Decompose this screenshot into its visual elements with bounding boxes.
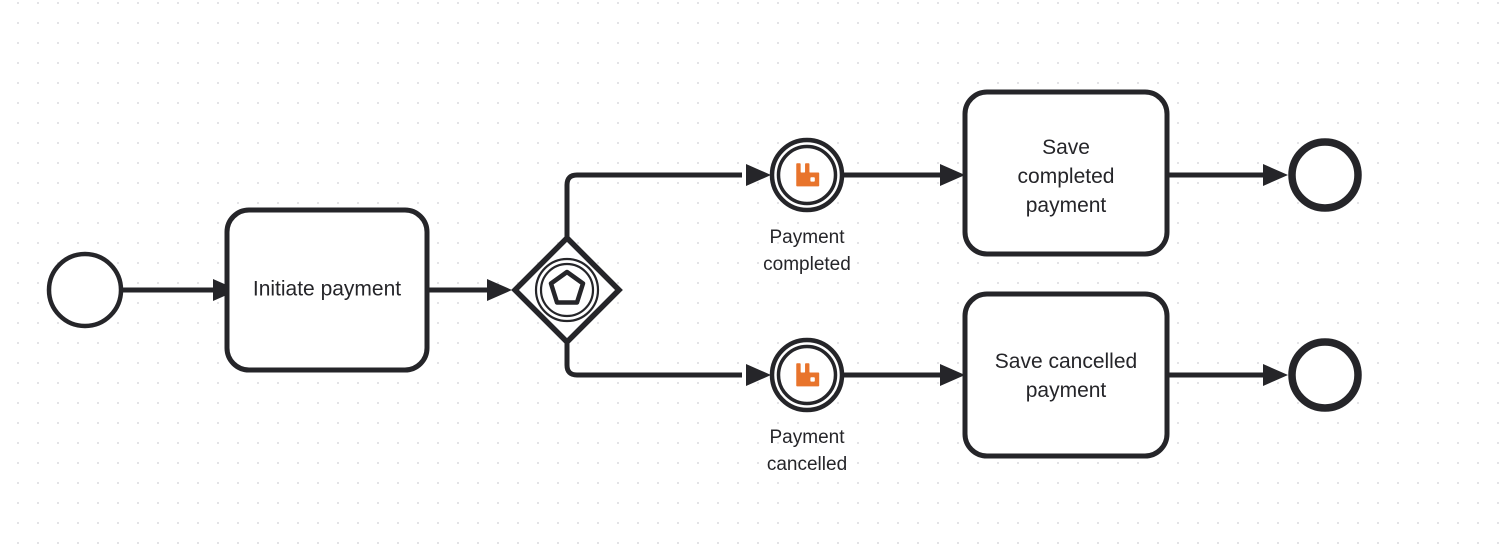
intermediate-event-payment-completed-label-line1: Payment bbox=[770, 227, 846, 248]
start-event[interactable] bbox=[46, 251, 124, 329]
intermediate-event-payment-cancelled-label-line1: Payment bbox=[770, 427, 846, 448]
task-initiate-payment[interactable]: Initiate payment bbox=[224, 207, 430, 373]
sequence-flow-save-completed-to-end[interactable] bbox=[1167, 164, 1288, 186]
sequence-flow-completed-to-save-completed[interactable] bbox=[843, 164, 965, 186]
sequence-flow-start-to-initiate[interactable] bbox=[123, 279, 238, 301]
intermediate-event-payment-cancelled-label-line2: cancelled bbox=[767, 454, 847, 475]
task-save-completed-payment-label-line1: Save bbox=[1042, 136, 1090, 159]
sequence-flow-gateway-to-payment-cancelled[interactable] bbox=[564, 342, 771, 386]
task-save-cancelled-payment[interactable]: Save cancelled payment bbox=[962, 291, 1170, 459]
task-save-cancelled-payment-label-line2: payment bbox=[1026, 379, 1107, 402]
bpmn-diagram-canvas: Initiate payment Payment completed Payme… bbox=[0, 0, 1500, 548]
sequence-flow-initiate-to-gateway[interactable] bbox=[427, 279, 512, 301]
sequence-flow-save-cancelled-to-end[interactable] bbox=[1167, 364, 1288, 386]
intermediate-event-payment-completed[interactable]: Payment completed bbox=[763, 137, 851, 275]
sequence-flow-gateway-to-payment-completed[interactable] bbox=[564, 164, 771, 238]
intermediate-event-payment-cancelled[interactable]: Payment cancelled bbox=[767, 337, 847, 475]
task-save-completed-payment-label-line3: payment bbox=[1026, 194, 1107, 217]
intermediate-event-payment-completed-label-line2: completed bbox=[763, 254, 851, 275]
end-event-cancelled[interactable] bbox=[1288, 338, 1362, 412]
sequence-flow-cancelled-to-save-cancelled[interactable] bbox=[843, 364, 965, 386]
task-save-cancelled-payment-label-line1: Save cancelled bbox=[995, 350, 1137, 373]
end-event-completed[interactable] bbox=[1288, 138, 1362, 212]
task-save-completed-payment[interactable]: Save completed payment bbox=[962, 89, 1170, 257]
task-initiate-payment-label: Initiate payment bbox=[253, 278, 401, 301]
event-based-gateway[interactable] bbox=[511, 234, 623, 346]
task-save-completed-payment-label-line2: completed bbox=[1018, 165, 1115, 188]
